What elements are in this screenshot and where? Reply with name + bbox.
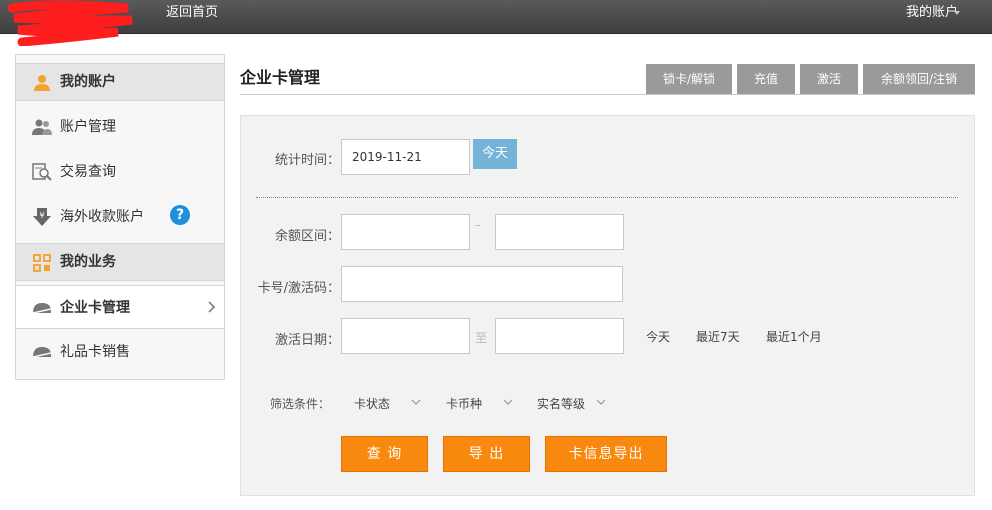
chevron-down-icon[interactable] bbox=[411, 399, 421, 405]
realname-level-filter[interactable]: 实名等级 bbox=[537, 395, 585, 412]
stat-time-input[interactable]: 2019-11-21 bbox=[341, 139, 470, 175]
search-document-icon bbox=[32, 163, 52, 181]
chevron-down-icon[interactable] bbox=[503, 399, 513, 405]
users-icon bbox=[32, 119, 52, 135]
card-cloud-icon bbox=[32, 347, 52, 358]
sidebar-item-label: 企业卡管理 bbox=[60, 300, 130, 316]
sidebar-item-transaction-query[interactable]: 交易查询 bbox=[16, 150, 224, 194]
card-status-filter[interactable]: 卡状态 bbox=[354, 395, 390, 412]
balance-min-input[interactable] bbox=[341, 214, 470, 250]
sidebar-item-label: 账户管理 bbox=[60, 119, 116, 135]
sidebar-item-overseas-account[interactable]: ¥ 海外收款账户 ? bbox=[16, 195, 224, 239]
chevron-right-icon bbox=[208, 301, 216, 313]
date-separator: 至 bbox=[475, 331, 488, 345]
quick-range-7days[interactable]: 最近7天 bbox=[696, 328, 740, 345]
sidebar-section-label: 我的业务 bbox=[60, 254, 116, 270]
sidebar-item-label: 礼品卡销售 bbox=[60, 344, 130, 360]
today-button[interactable]: 今天 bbox=[473, 139, 517, 169]
balance-max-input[interactable] bbox=[495, 214, 624, 250]
chevron-down-icon[interactable] bbox=[596, 399, 606, 405]
title-divider bbox=[240, 94, 975, 95]
export-button[interactable]: 导 出 bbox=[443, 436, 530, 472]
download-yen-icon: ¥ bbox=[33, 208, 51, 226]
activation-end-input[interactable] bbox=[495, 318, 624, 354]
sidebar-item-gift-card[interactable]: 礼品卡销售 bbox=[16, 330, 224, 374]
activate-button[interactable]: 激活 bbox=[800, 64, 858, 94]
range-separator: – bbox=[475, 218, 481, 232]
card-number-input[interactable] bbox=[341, 266, 623, 302]
card-currency-filter[interactable]: 卡币种 bbox=[446, 395, 482, 412]
user-orange-icon bbox=[34, 75, 50, 91]
sidebar-section-business: 我的业务 bbox=[16, 243, 224, 281]
dotted-divider bbox=[256, 197, 958, 198]
sidebar: 我的账户 账户管理 交易查询 ¥ 海外收款账户 ? 我的业务 企业卡管理 礼品卡… bbox=[15, 54, 225, 380]
help-icon[interactable]: ? bbox=[170, 205, 190, 225]
sidebar-section-label: 我的账户 bbox=[60, 74, 116, 90]
quick-range-1month[interactable]: 最近1个月 bbox=[766, 328, 822, 345]
caret-down-icon[interactable] bbox=[954, 11, 960, 15]
card-cloud-icon bbox=[32, 303, 52, 314]
page-title: 企业卡管理 bbox=[240, 68, 321, 87]
filter-label: 筛选条件： bbox=[270, 397, 331, 411]
balance-range-label: 余额区间： bbox=[274, 229, 340, 244]
svg-text:¥: ¥ bbox=[39, 211, 44, 220]
lock-unlock-button[interactable]: 锁卡/解锁 bbox=[646, 64, 732, 94]
export-card-info-button[interactable]: 卡信息导出 bbox=[545, 436, 667, 472]
activation-date-label: 激活日期： bbox=[274, 333, 340, 348]
home-link[interactable]: 返回首页 bbox=[166, 0, 218, 34]
redacted-logo bbox=[8, 0, 133, 46]
activation-start-input[interactable] bbox=[341, 318, 470, 354]
sidebar-item-account-manage[interactable]: 账户管理 bbox=[16, 105, 224, 149]
card-number-label: 卡号/激活码： bbox=[257, 281, 340, 296]
quick-range-today[interactable]: 今天 bbox=[646, 328, 670, 345]
balance-reclaim-button[interactable]: 余额领回/注销 bbox=[863, 64, 975, 94]
sidebar-item-enterprise-card[interactable]: 企业卡管理 bbox=[16, 285, 224, 329]
recharge-button[interactable]: 充值 bbox=[737, 64, 795, 94]
grid-orange-icon bbox=[33, 254, 51, 272]
query-button[interactable]: 查 询 bbox=[341, 436, 428, 472]
sidebar-item-label: 交易查询 bbox=[60, 164, 116, 180]
sidebar-section-account: 我的账户 bbox=[16, 63, 224, 101]
account-menu[interactable]: 我的账户 bbox=[906, 0, 958, 34]
top-bar: 返回首页 我的账户 bbox=[0, 0, 992, 46]
sidebar-item-label: 海外收款账户 bbox=[60, 209, 144, 225]
stat-time-label: 统计时间： bbox=[274, 153, 340, 168]
